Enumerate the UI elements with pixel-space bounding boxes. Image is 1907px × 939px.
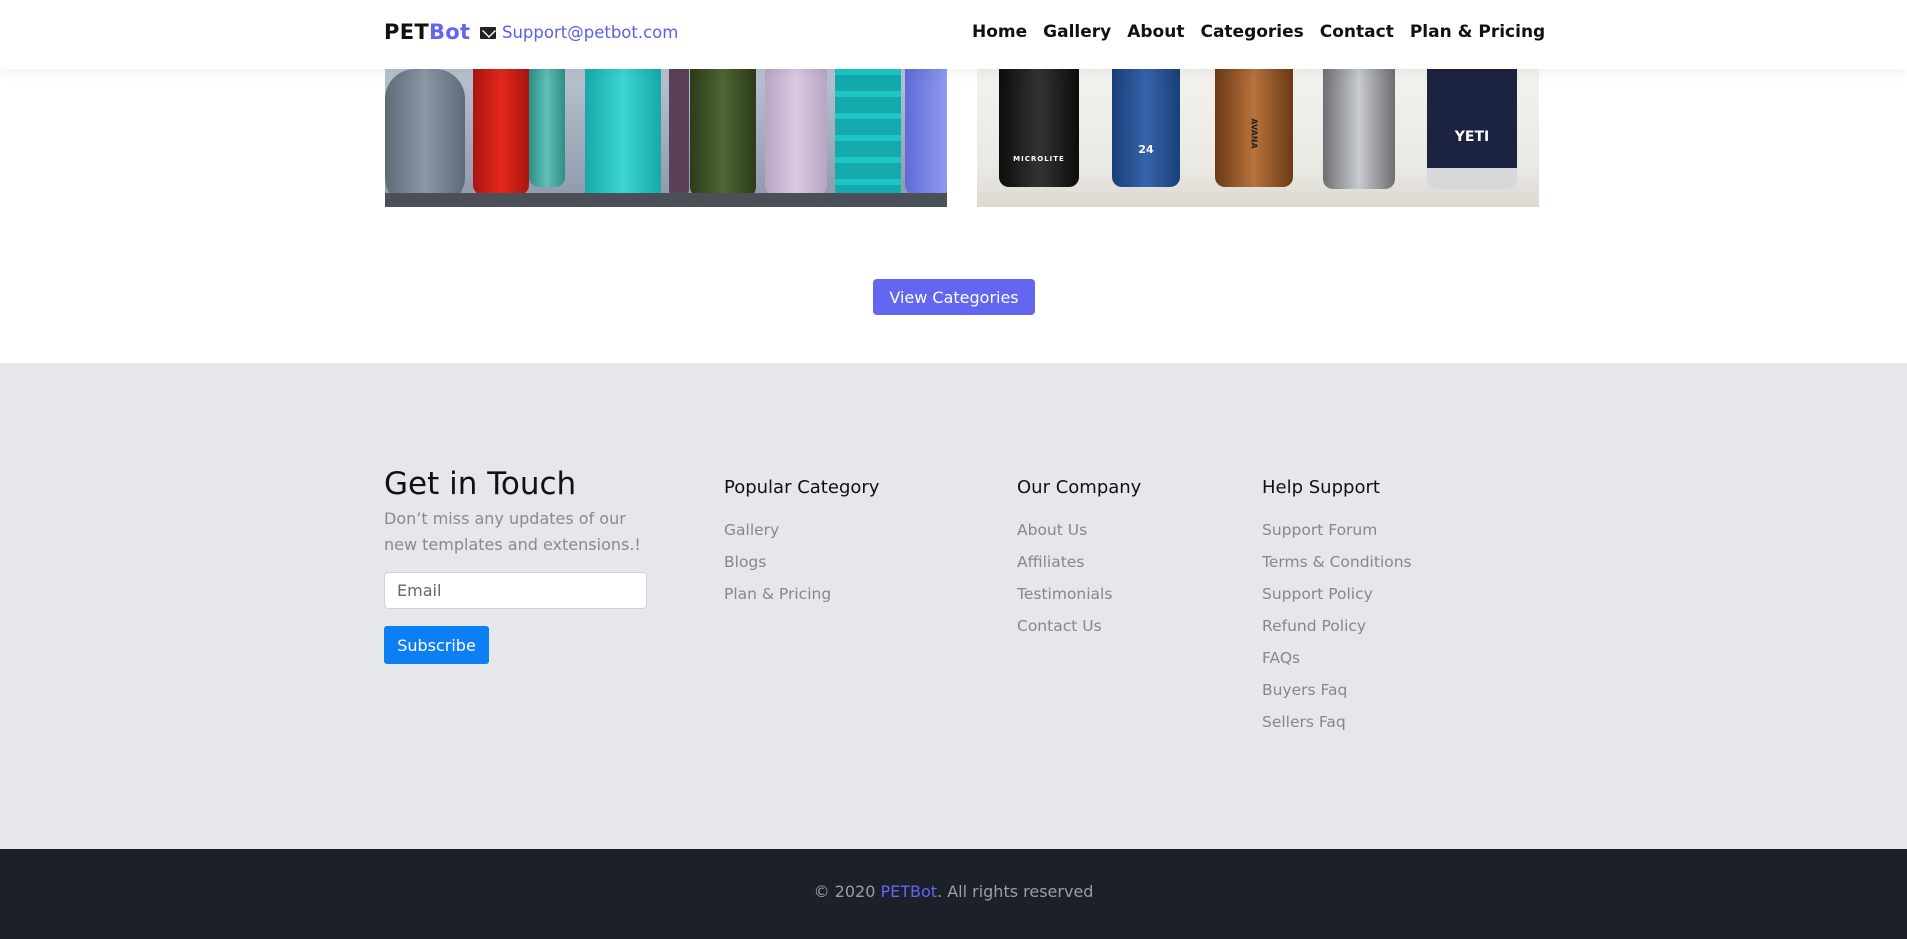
bottle-label-24: 24 xyxy=(1138,143,1154,156)
subscribe-button[interactable]: Subscribe xyxy=(384,626,489,664)
help-support-section: Help Support Support Forum Terms & Condi… xyxy=(1262,477,1412,744)
gallery-image-right[interactable]: MICROLITE 24 AVANA YETI xyxy=(977,69,1539,207)
view-categories-button[interactable]: View Categories xyxy=(873,279,1035,315)
popular-category-title: Popular Category xyxy=(724,477,880,498)
brand-logo[interactable]: PETBot xyxy=(384,20,470,44)
footer-link-sellers-faq[interactable]: Sellers Faq xyxy=(1262,712,1412,732)
footer-link-faqs[interactable]: FAQs xyxy=(1262,648,1412,668)
nav-about[interactable]: About xyxy=(1127,22,1184,42)
copyright-suffix: . All rights reserved xyxy=(937,882,1094,901)
bottle-label-yeti: YETI xyxy=(1454,129,1490,145)
footer-link-blogs[interactable]: Blogs xyxy=(724,552,879,572)
footer-link-plan-pricing[interactable]: Plan & Pricing xyxy=(724,584,879,604)
footer-link-support-policy[interactable]: Support Policy xyxy=(1262,584,1412,604)
brand-name-pet: PET xyxy=(384,20,429,44)
get-in-touch-description: Don’t miss any updates of our new templa… xyxy=(384,509,641,554)
nav-plan-pricing[interactable]: Plan & Pricing xyxy=(1410,22,1545,42)
get-in-touch-title: Get in Touch xyxy=(384,466,577,502)
main-nav: Home Gallery About Categories Contact Pl… xyxy=(972,22,1545,42)
footer-link-about-us[interactable]: About Us xyxy=(1017,520,1141,540)
footer-link-support-forum[interactable]: Support Forum xyxy=(1262,520,1412,540)
copyright-text: © 2020 PETBot. All rights reserved xyxy=(0,882,1907,901)
bottle-label-avana: AVANA xyxy=(1249,118,1259,149)
gallery-image-left[interactable] xyxy=(385,69,947,207)
copyright-brand-link[interactable]: PETBot xyxy=(880,882,937,901)
bottle-label-microlite: MICROLITE xyxy=(1013,155,1065,163)
nav-home[interactable]: Home xyxy=(972,22,1027,42)
copyright-prefix: © 2020 xyxy=(813,882,881,901)
brand-name-bot: Bot xyxy=(428,20,471,44)
top-navbar: PETBot Support@petbot.com Home Gallery A… xyxy=(0,0,1907,69)
envelope-icon xyxy=(480,26,496,39)
footer-link-contact-us[interactable]: Contact Us xyxy=(1017,616,1141,636)
footer-link-testimonials[interactable]: Testimonials xyxy=(1017,584,1141,604)
nav-categories[interactable]: Categories xyxy=(1200,22,1303,42)
footer-link-buyers-faq[interactable]: Buyers Faq xyxy=(1262,680,1412,700)
get-in-touch-section: Get in Touch Don’t miss any updates of o… xyxy=(384,466,654,664)
nav-contact[interactable]: Contact xyxy=(1320,22,1394,42)
our-company-title: Our Company xyxy=(1017,477,1142,498)
support-email-link[interactable]: Support@petbot.com xyxy=(480,23,678,42)
email-field[interactable] xyxy=(384,572,647,609)
footer-link-affiliates[interactable]: Affiliates xyxy=(1017,552,1141,572)
footer-link-gallery[interactable]: Gallery xyxy=(724,520,879,540)
footer-link-refund-policy[interactable]: Refund Policy xyxy=(1262,616,1412,636)
footer: Get in Touch Don’t miss any updates of o… xyxy=(0,363,1907,849)
copyright-bar: © 2020 PETBot. All rights reserved xyxy=(0,849,1907,939)
nav-gallery[interactable]: Gallery xyxy=(1043,22,1111,42)
our-company-section: Our Company About Us Affiliates Testimon… xyxy=(1017,477,1141,648)
help-support-title: Help Support xyxy=(1262,477,1380,498)
footer-link-terms-conditions[interactable]: Terms & Conditions xyxy=(1262,552,1412,572)
popular-category-section: Popular Category Gallery Blogs Plan & Pr… xyxy=(724,477,879,616)
support-email-text: Support@petbot.com xyxy=(502,23,679,42)
